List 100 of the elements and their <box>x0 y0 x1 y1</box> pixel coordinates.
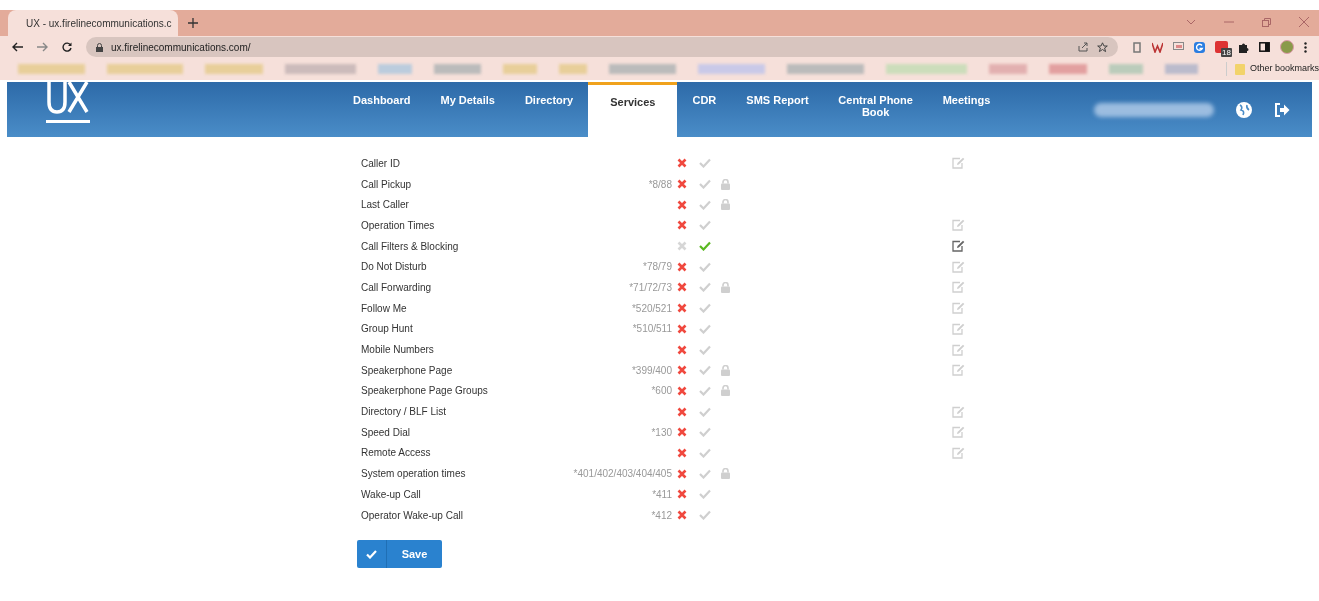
service-name: Directory / BLF List <box>361 405 448 420</box>
reload-icon[interactable] <box>62 42 72 52</box>
cross-icon[interactable] <box>677 468 687 479</box>
lock-icon <box>721 281 730 293</box>
service-name: Do Not Disturb <box>361 260 428 275</box>
share-icon[interactable] <box>1078 42 1089 52</box>
folder-icon <box>1235 63 1245 75</box>
check-icon[interactable] <box>699 385 711 396</box>
check-icon[interactable] <box>699 447 711 458</box>
service-name: Speakerphone Page <box>361 363 454 378</box>
browser-tab[interactable]: UX - ux.firelinecommunications.c <box>8 10 178 36</box>
cross-icon[interactable] <box>677 406 687 417</box>
feature-code: *510/511 <box>631 322 673 337</box>
new-tab-icon[interactable] <box>188 18 198 28</box>
service-name: Group Hunt <box>361 322 414 337</box>
cross-icon[interactable] <box>677 261 687 272</box>
cross-icon[interactable] <box>677 282 687 293</box>
lock-icon <box>721 199 730 211</box>
nav-tab[interactable]: Services <box>588 82 678 137</box>
cross-icon[interactable] <box>677 344 687 355</box>
sidebar-icon[interactable] <box>1259 42 1270 52</box>
service-name: Call Filters & Blocking <box>361 239 460 254</box>
check-icon[interactable] <box>699 323 711 334</box>
cross-icon[interactable] <box>677 158 687 169</box>
extension-icon[interactable] <box>1194 41 1205 53</box>
check-icon[interactable] <box>699 241 711 252</box>
close-icon[interactable] <box>1299 17 1309 27</box>
check-icon[interactable] <box>699 282 711 293</box>
globe-icon[interactable] <box>1236 101 1252 118</box>
nav-tab[interactable]: Meetings <box>927 82 1006 137</box>
service-name: Remote Access <box>361 446 432 461</box>
feature-code: *399/400 <box>630 363 673 378</box>
url-text: ux.firelinecommunications.com/ <box>111 40 251 55</box>
cross-icon[interactable] <box>677 365 687 376</box>
cross-icon[interactable] <box>677 179 687 190</box>
feature-code: *600 <box>650 384 673 399</box>
feature-code: *520/521 <box>630 301 673 316</box>
other-bookmarks[interactable]: Other bookmarks <box>1226 62 1319 76</box>
service-name: Follow Me <box>361 301 408 316</box>
check-icon[interactable] <box>699 344 711 355</box>
cross-icon[interactable] <box>677 220 687 231</box>
profile-avatar[interactable] <box>1280 40 1294 54</box>
service-name: Call Pickup <box>361 177 413 192</box>
tab-title: UX - ux.firelinecommunications.c <box>26 16 172 31</box>
feature-code: *8/88 <box>647 177 673 192</box>
address-bar[interactable]: ux.firelinecommunications.com/ <box>86 37 1118 57</box>
feature-code: *412 <box>650 508 673 523</box>
feature-code: *130 <box>650 425 673 440</box>
forward-icon[interactable] <box>37 42 48 52</box>
check-icon[interactable] <box>699 261 711 272</box>
service-name: Speakerphone Page Groups <box>361 384 489 399</box>
check-icon[interactable] <box>699 158 711 169</box>
lock-icon <box>721 364 730 376</box>
service-name: System operation times <box>361 467 467 482</box>
restore-icon[interactable] <box>1262 17 1271 27</box>
lock-icon <box>721 385 730 397</box>
service-name: Wake-up Call <box>361 487 422 502</box>
service-name: Call Forwarding <box>361 280 433 295</box>
service-name: Last Caller <box>361 198 410 213</box>
logout-icon[interactable] <box>1274 102 1290 117</box>
cross-icon[interactable] <box>677 385 687 396</box>
back-icon[interactable] <box>12 42 23 52</box>
extension-icon[interactable] <box>1173 42 1184 52</box>
save-button[interactable]: Save <box>357 540 442 569</box>
nav-tab[interactable]: Central Phone Book <box>823 82 928 137</box>
star-icon[interactable] <box>1097 41 1108 53</box>
cross-icon[interactable] <box>677 447 687 458</box>
nav-tab[interactable]: Dashboard <box>338 82 426 137</box>
check-icon[interactable] <box>699 303 711 314</box>
check-icon[interactable] <box>699 220 711 231</box>
nav-tab[interactable]: My Details <box>425 82 510 137</box>
cross-icon[interactable] <box>677 323 687 334</box>
cross-icon[interactable] <box>677 489 687 500</box>
check-icon[interactable] <box>699 365 711 376</box>
service-name: Mobile Numbers <box>361 343 435 358</box>
extension-icon[interactable] <box>1132 41 1142 53</box>
check-icon[interactable] <box>699 468 711 479</box>
nav-tab[interactable]: Directory <box>509 82 589 137</box>
puzzle-icon[interactable] <box>1238 41 1249 53</box>
extension-icon[interactable] <box>1152 41 1163 53</box>
nav-tab[interactable]: CDR <box>677 82 732 137</box>
cross-icon[interactable] <box>677 199 687 210</box>
check-icon <box>366 549 377 559</box>
cross-icon[interactable] <box>677 427 687 438</box>
check-icon[interactable] <box>699 406 711 417</box>
check-icon[interactable] <box>699 427 711 438</box>
check-icon[interactable] <box>699 199 711 210</box>
check-icon[interactable] <box>699 179 711 190</box>
nav-tab[interactable]: SMS Report <box>731 82 824 137</box>
lock-icon <box>721 468 730 480</box>
check-icon[interactable] <box>699 510 711 521</box>
chevron-down-icon[interactable] <box>1186 19 1196 25</box>
more-icon[interactable] <box>1304 41 1307 53</box>
edit-icon[interactable] <box>952 240 965 253</box>
cross-icon[interactable] <box>677 510 687 521</box>
cross-icon[interactable] <box>677 303 687 314</box>
feature-code: *411 <box>651 487 673 502</box>
lock-icon <box>721 178 730 190</box>
check-icon[interactable] <box>699 489 711 500</box>
service-name: Operator Wake-up Call <box>361 508 464 523</box>
